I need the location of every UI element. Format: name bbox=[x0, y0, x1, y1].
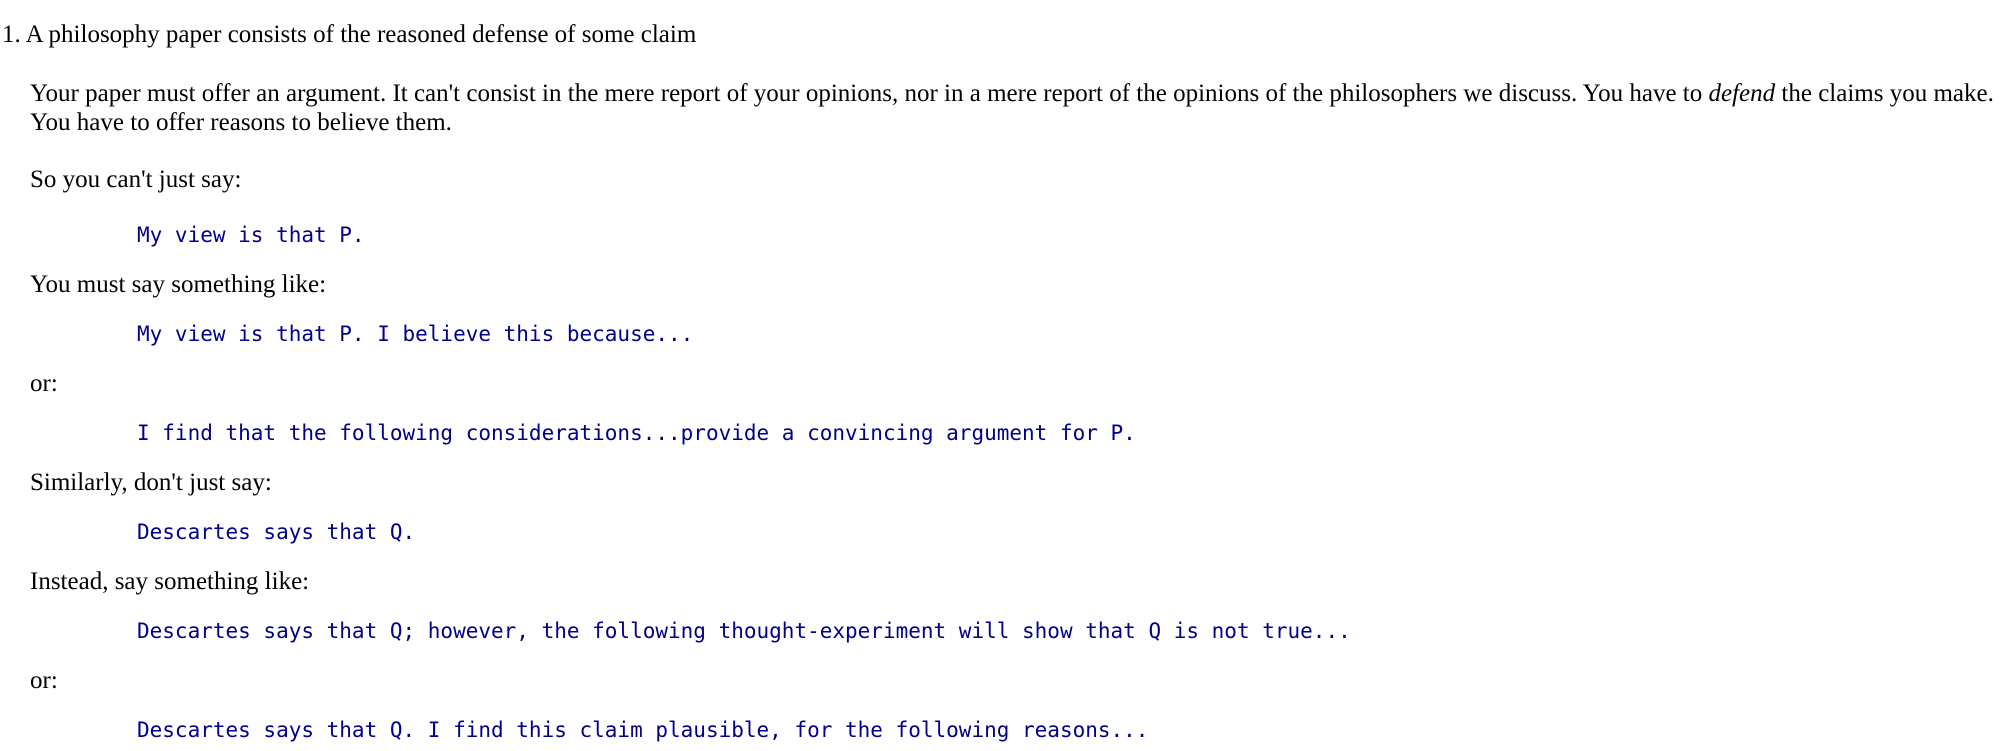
code-example-1: My view is that P. bbox=[137, 223, 365, 247]
list-item-title: A philosophy paper consists of the reaso… bbox=[25, 21, 697, 48]
code-example-2: My view is that P. I believe this becaus… bbox=[137, 322, 694, 346]
code-example-3: I find that the following considerations… bbox=[137, 421, 1136, 445]
intro-emphasis: defend bbox=[1708, 80, 1776, 107]
paragraph-or-1: or: bbox=[30, 370, 58, 397]
list-item-number: 1. bbox=[2, 21, 21, 48]
paragraph-must-say: You must say something like: bbox=[30, 271, 327, 298]
paragraph-cant-say: So you can't just say: bbox=[30, 166, 242, 193]
paragraph-or-2: or: bbox=[30, 667, 58, 694]
intro-text-part1: Your paper must offer an argument. It ca… bbox=[30, 80, 1709, 107]
code-example-6: Descartes says that Q. I find this claim… bbox=[137, 718, 1149, 742]
code-example-5: Descartes says that Q; however, the foll… bbox=[137, 619, 1351, 643]
intro-paragraph: Your paper must offer an argument. It ca… bbox=[30, 79, 1995, 137]
paragraph-similarly: Similarly, don't just say: bbox=[30, 469, 272, 496]
paragraph-instead: Instead, say something like: bbox=[30, 568, 310, 595]
code-example-4: Descartes says that Q. bbox=[137, 520, 416, 544]
document-page: 1. A philosophy paper consists of the re… bbox=[0, 0, 2000, 751]
list-item-heading: 1. A philosophy paper consists of the re… bbox=[2, 20, 696, 49]
